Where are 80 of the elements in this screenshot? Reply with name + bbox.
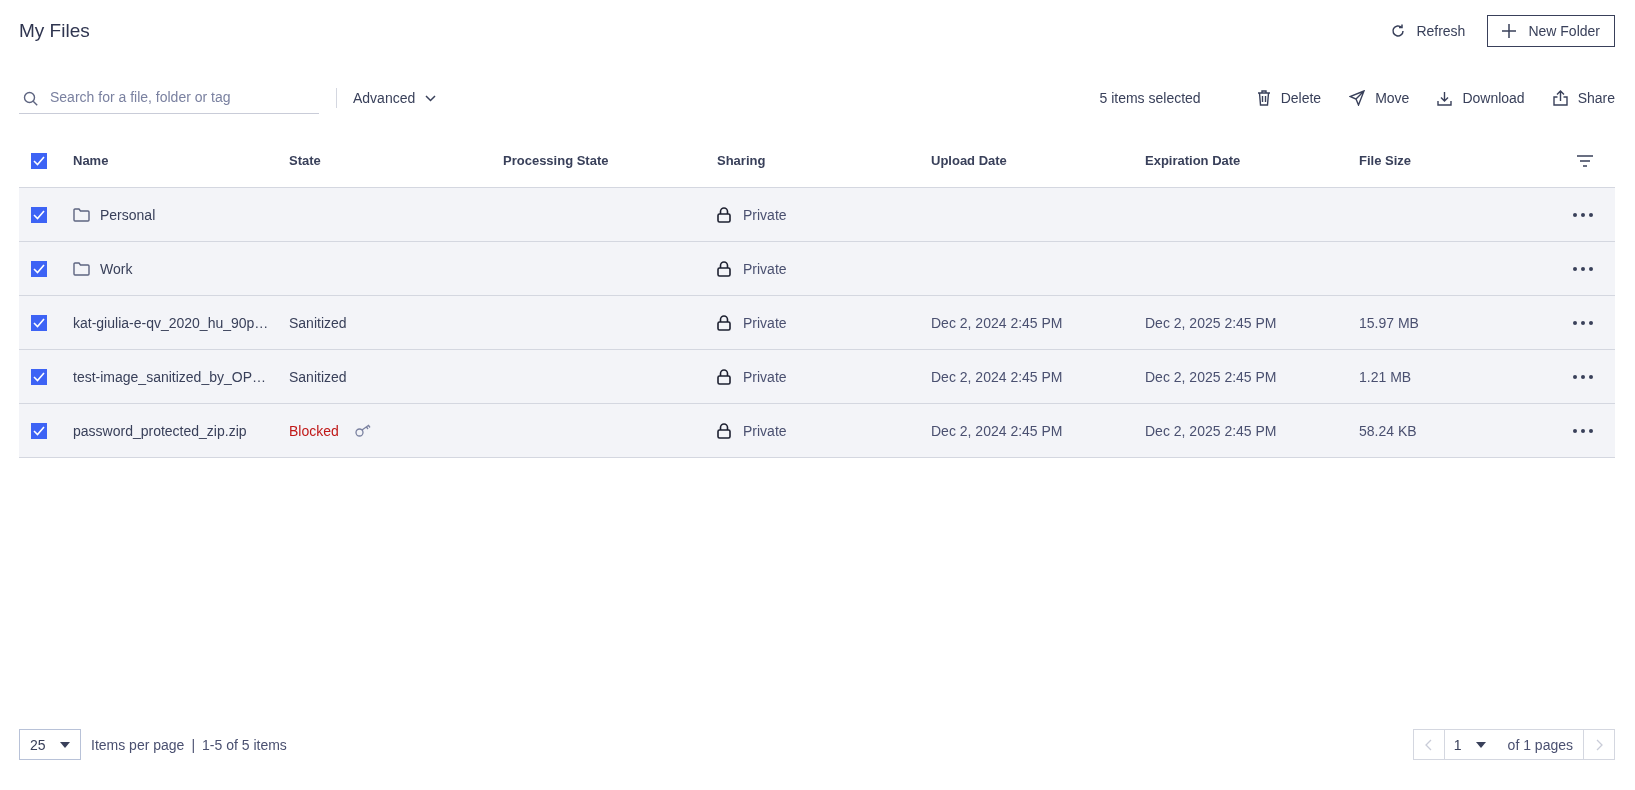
chevron-down-icon xyxy=(425,94,437,102)
column-header[interactable]: Name xyxy=(73,153,109,168)
table-row[interactable]: password_protected_zip.zip Blocked Private Dec 2, 2024 2:45 PM Dec 2, 2025 2:45 PM 58.24 KB xyxy=(19,404,1615,458)
table-row[interactable]: test-image_sanitized_by_OP… Sanitized Private Dec 2, 2024 2:45 PM Dec 2, 2025 2:45 PM 1.21 MB xyxy=(19,350,1615,404)
table-row[interactable]: Personal Private xyxy=(19,188,1615,242)
sharing-label: Private xyxy=(743,422,787,439)
paper-plane-icon xyxy=(1349,90,1366,106)
row-checkbox[interactable] xyxy=(31,206,47,223)
file-size: 15.97 MB xyxy=(1359,314,1419,331)
lock-icon xyxy=(717,314,731,331)
file-name[interactable]: kat-giulia-e-qv_2020_hu_90p… xyxy=(73,314,269,331)
folder-icon xyxy=(73,261,90,276)
page-size-dropdown[interactable]: 25 xyxy=(19,729,81,760)
more-icon[interactable] xyxy=(1573,320,1593,325)
page-count: of 1 pages xyxy=(1495,730,1584,759)
expiration-date: Dec 2, 2025 2:45 PM xyxy=(1145,314,1277,331)
upload-date: Dec 2, 2024 2:45 PM xyxy=(931,368,1063,385)
refresh-button[interactable]: Refresh xyxy=(1390,23,1466,39)
new-folder-button[interactable]: New Folder xyxy=(1487,15,1615,47)
file-size: 1.21 MB xyxy=(1359,368,1412,385)
sharing-label: Private xyxy=(743,206,787,223)
lock-icon xyxy=(717,422,731,439)
column-header[interactable]: Upload Date xyxy=(931,153,1007,168)
advanced-dropdown[interactable]: Advanced xyxy=(353,90,437,106)
chevron-right-icon xyxy=(1595,738,1603,751)
row-checkbox[interactable] xyxy=(31,314,47,331)
trash-icon xyxy=(1256,90,1271,106)
plus-icon xyxy=(1502,24,1517,38)
download-icon xyxy=(1437,90,1453,106)
more-icon[interactable] xyxy=(1573,428,1593,433)
row-checkbox[interactable] xyxy=(31,422,47,439)
row-checkbox[interactable] xyxy=(31,260,47,277)
lock-icon xyxy=(717,260,731,277)
move-button[interactable]: Move xyxy=(1349,90,1410,106)
refresh-icon xyxy=(1390,23,1407,39)
folder-icon xyxy=(73,207,90,222)
selection-count: 5 items selected xyxy=(1099,90,1201,106)
column-header[interactable]: Sharing xyxy=(717,153,766,168)
row-checkbox[interactable] xyxy=(31,368,47,385)
share-button[interactable]: Share xyxy=(1552,90,1615,106)
separator: | xyxy=(191,736,196,753)
file-size: 58.24 KB xyxy=(1359,422,1417,439)
column-header[interactable]: Expiration Date xyxy=(1145,153,1241,168)
column-header[interactable]: Processing State xyxy=(503,153,609,168)
page-title: My Files xyxy=(19,20,91,42)
column-header[interactable]: File Size xyxy=(1359,153,1412,168)
lock-icon xyxy=(717,368,731,385)
sharing-label: Private xyxy=(743,260,787,277)
caret-icon xyxy=(60,741,70,748)
state-label: Blocked xyxy=(289,422,339,439)
folder-name[interactable]: Work xyxy=(100,260,133,277)
upload-date: Dec 2, 2024 2:45 PM xyxy=(931,422,1063,439)
expiration-date: Dec 2, 2025 2:45 PM xyxy=(1145,368,1277,385)
state-label: Sanitized xyxy=(289,368,347,385)
delete-button[interactable]: Delete xyxy=(1256,90,1322,106)
share-icon xyxy=(1552,90,1568,106)
caret-icon xyxy=(1475,741,1486,748)
items-per-page-label: Items per page xyxy=(91,736,185,753)
lock-icon xyxy=(717,206,731,223)
upload-date: Dec 2, 2024 2:45 PM xyxy=(931,314,1063,331)
file-name[interactable]: password_protected_zip.zip xyxy=(73,422,247,439)
column-header[interactable]: State xyxy=(289,153,321,168)
more-icon[interactable] xyxy=(1573,374,1593,379)
key-icon xyxy=(354,424,372,437)
state-label: Sanitized xyxy=(289,314,347,331)
item-range: 1-5 of 5 items xyxy=(202,736,287,753)
expiration-date: Dec 2, 2025 2:45 PM xyxy=(1145,422,1277,439)
page-dropdown[interactable]: 1 xyxy=(1443,730,1496,759)
table-row[interactable]: Work Private xyxy=(19,242,1615,296)
file-name[interactable]: test-image_sanitized_by_OP… xyxy=(73,368,266,385)
download-button[interactable]: Download xyxy=(1437,90,1525,106)
chevron-left-icon xyxy=(1425,738,1433,751)
sharing-label: Private xyxy=(743,368,787,385)
filter-icon[interactable] xyxy=(1577,154,1593,167)
folder-name[interactable]: Personal xyxy=(100,206,156,223)
more-icon[interactable] xyxy=(1573,212,1593,217)
table-row[interactable]: kat-giulia-e-qv_2020_hu_90p… Sanitized Private Dec 2, 2024 2:45 PM Dec 2, 2025 2:45 PM 15.97 MB xyxy=(19,296,1615,350)
more-icon[interactable] xyxy=(1573,266,1593,271)
select-all-checkbox[interactable] xyxy=(31,152,47,169)
sharing-label: Private xyxy=(743,314,787,331)
